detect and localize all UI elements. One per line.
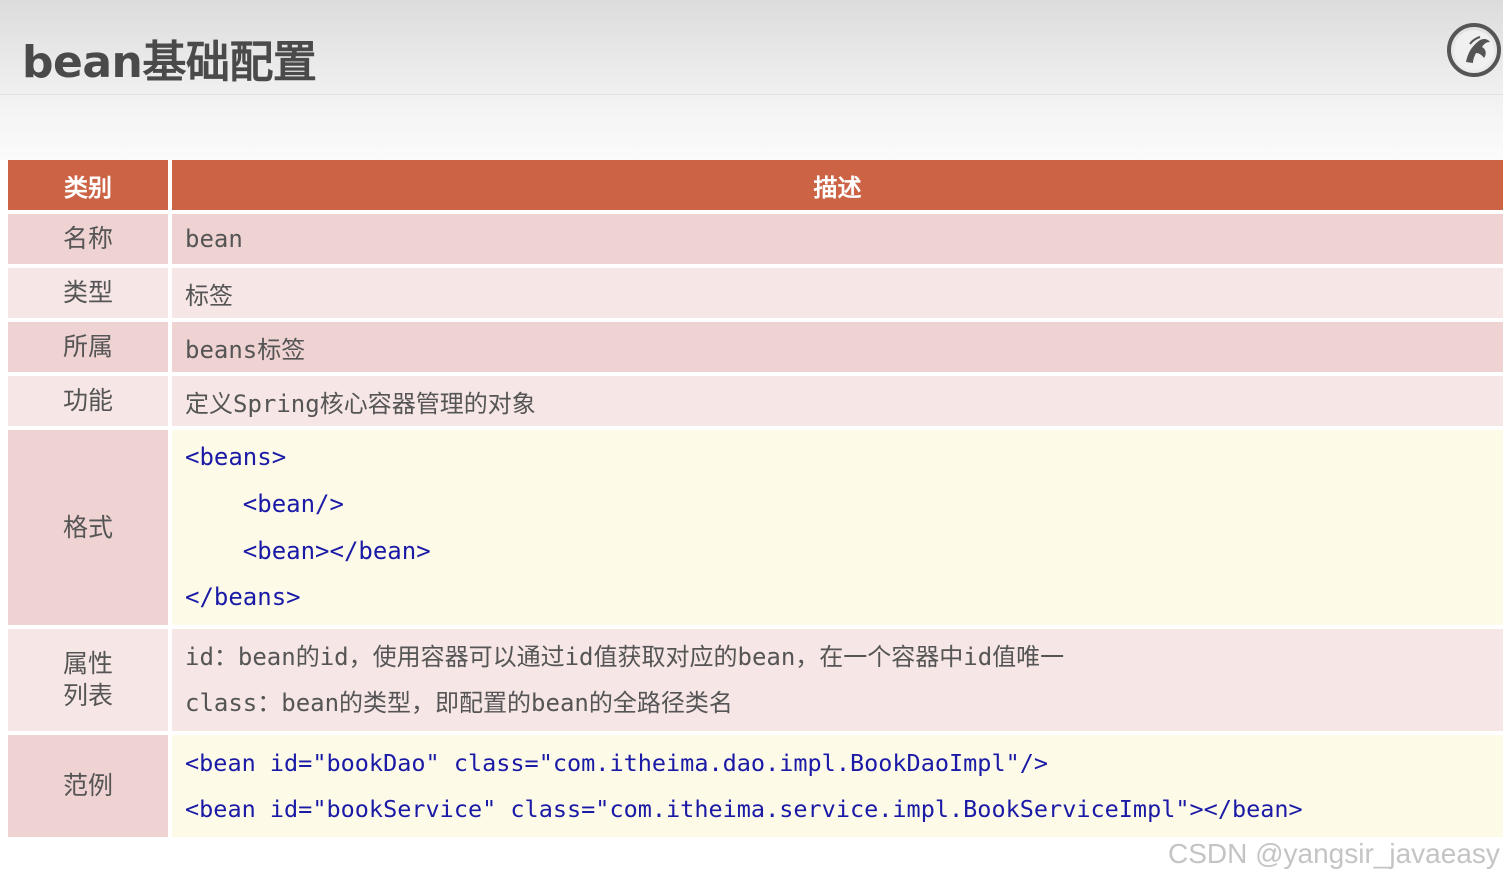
code-line: <bean/>: [185, 489, 344, 518]
category-line: 属性: [62, 649, 113, 678]
table-row-function: 功能 定义Spring核心容器管理的对象: [8, 376, 1503, 430]
row-description: 标签: [172, 268, 1503, 322]
attribute-list: id：bean的id，使用容器可以通过id值获取对应的bean，在一个容器中id…: [172, 629, 1503, 735]
table-row-name: 名称 bean: [8, 214, 1503, 268]
header-category: 类别: [8, 160, 172, 214]
attribute-line: class：bean的类型，即配置的bean的全路径类名: [185, 689, 733, 717]
csdn-watermark: CSDN @yangsir_javaeasy: [1168, 838, 1500, 869]
row-category: 格式: [8, 430, 172, 629]
header-divider: [0, 94, 1503, 95]
format-code-block: <beans> <bean/> <bean></bean> </beans>: [172, 430, 1503, 629]
row-description: beans标签: [172, 322, 1503, 376]
row-category: 名称: [8, 214, 172, 268]
code-line: <beans>: [185, 443, 287, 472]
horse-circle-logo-icon: [1447, 23, 1501, 77]
bean-config-table: 类别 描述 名称 bean 类型 标签 所属 beans标签 功能 定义Spri…: [8, 160, 1503, 841]
row-category: 类型: [8, 268, 172, 322]
table-row-attributes: 属性 列表 id：bean的id，使用容器可以通过id值获取对应的bean，在一…: [8, 629, 1503, 735]
code-line: <bean id="bookDao" class="com.itheima.da…: [185, 749, 1049, 777]
header-description: 描述: [172, 160, 1503, 214]
category-line: 列表: [62, 681, 113, 710]
row-category: 属性 列表: [8, 629, 172, 735]
slide-title: bean基础配置: [22, 37, 317, 88]
attribute-line: id：bean的id，使用容器可以通过id值获取对应的bean，在一个容器中id…: [185, 643, 1065, 671]
row-description: 定义Spring核心容器管理的对象: [172, 376, 1503, 430]
row-category: 范例: [8, 735, 172, 841]
table-row-format: 格式 <beans> <bean/> <bean></bean> </beans…: [8, 430, 1503, 629]
example-code-block: <bean id="bookDao" class="com.itheima.da…: [172, 735, 1503, 841]
code-line: <bean id="bookService" class="com.itheim…: [185, 795, 1303, 823]
table-row-example: 范例 <bean id="bookDao" class="com.itheima…: [8, 735, 1503, 841]
table-row-parent: 所属 beans标签: [8, 322, 1503, 376]
table-header-row: 类别 描述: [8, 160, 1503, 214]
code-line: <bean></bean>: [185, 536, 431, 565]
table-row-type: 类型 标签: [8, 268, 1503, 322]
row-category: 所属: [8, 322, 172, 376]
code-line: </beans>: [185, 583, 301, 612]
row-category: 功能: [8, 376, 172, 430]
row-description: bean: [172, 214, 1503, 268]
